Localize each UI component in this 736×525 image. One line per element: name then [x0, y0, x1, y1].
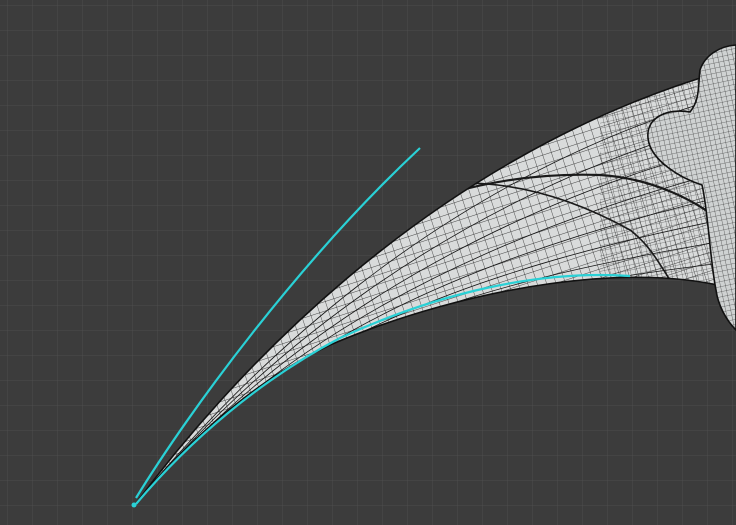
blade-tip[interactable]	[131, 502, 137, 508]
3d-viewport[interactable]	[0, 0, 736, 525]
viewport-canvas[interactable]	[0, 0, 736, 525]
